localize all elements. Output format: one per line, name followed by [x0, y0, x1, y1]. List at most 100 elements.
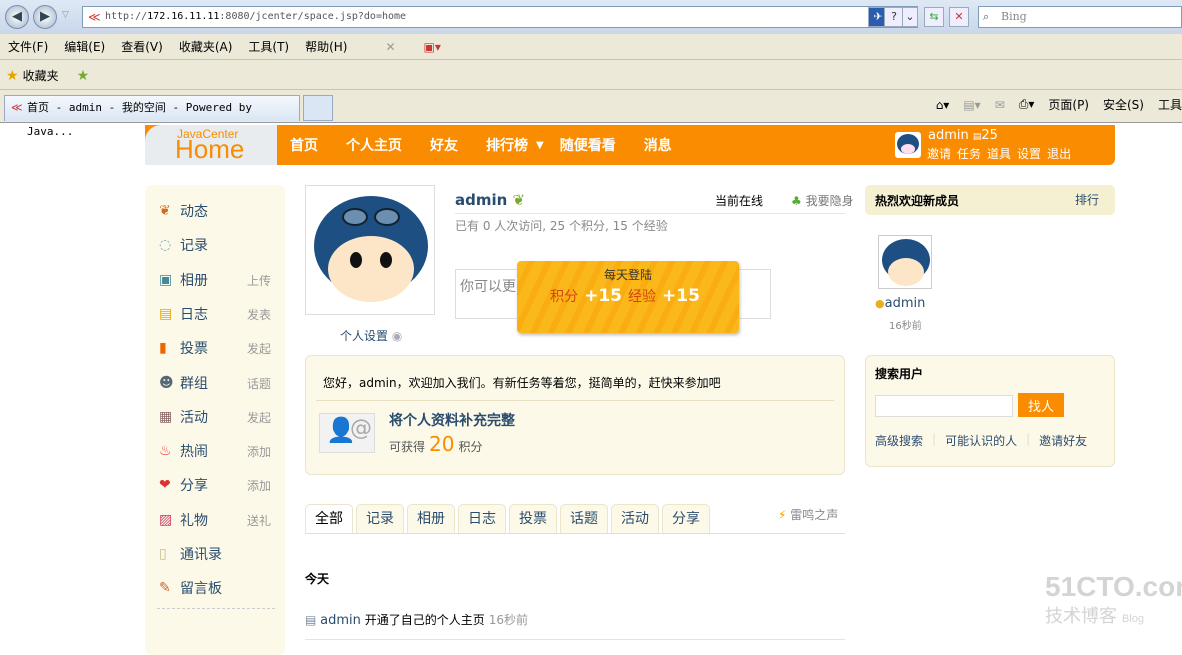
logout-link[interactable]: 退出 [1047, 145, 1071, 162]
user-search-title: 搜索用户 [875, 367, 924, 381]
feed-tab[interactable]: 全部 [305, 504, 353, 533]
history-dropdown-icon[interactable]: ▽ [62, 10, 69, 20]
nav-browse[interactable]: 随便看看 [560, 135, 616, 155]
profile-avatar[interactable] [305, 185, 435, 315]
sidebar-item-action[interactable]: 添加 [247, 477, 271, 494]
avatar[interactable] [895, 132, 921, 158]
header-username[interactable]: admin [928, 128, 969, 143]
invite-link[interactable]: 邀请 [927, 145, 951, 162]
nav-profile[interactable]: 个人主页 [346, 135, 402, 155]
nav-ranking[interactable]: 排行榜 [486, 135, 528, 155]
nav-home[interactable]: 首页 [290, 135, 318, 155]
command-bar: ⌂▾ ▤▾ ✉ ⎙▾ 页面(P) 安全(S) 工具 [936, 96, 1182, 113]
help-icon[interactable]: ? [884, 7, 904, 27]
safety-menu[interactable]: 安全(S) [1103, 96, 1144, 113]
sidebar-item-action[interactable]: 上传 [247, 272, 271, 289]
fire-icon: ♨ [159, 443, 172, 460]
rss-icon[interactable]: ▤▾ [963, 98, 980, 112]
sidebar-item-label: 群组 [180, 375, 208, 392]
sidebar-item-action[interactable]: 发起 [247, 340, 271, 357]
sidebar-item[interactable]: ▣ 相册 上传 [159, 270, 271, 290]
feed-tab[interactable]: 活动 [611, 504, 659, 533]
sidebar-item[interactable]: ▨ 礼物 送礼 [159, 510, 271, 530]
sidebar-item[interactable]: ▮ 投票 发起 [159, 338, 271, 358]
profile-username: admin ❦ [455, 191, 525, 209]
sidebar-item-label: 分享 [180, 478, 208, 495]
popup-exp-value: +15 [662, 286, 700, 306]
tools-menu[interactable]: 工具 [1158, 96, 1182, 113]
close-icon[interactable]: ✕ [385, 40, 395, 54]
member-name[interactable]: ●admin [875, 296, 925, 311]
welcome-box: 您好，admin，欢迎加入我们。有新任务等着您，挺简单的，赶快来参加吧 👤 @ 将… [305, 355, 845, 475]
sidebar-item[interactable]: ▤ 日志 发表 [159, 304, 271, 324]
logo-bottom: Home [175, 134, 245, 164]
sidebar-item[interactable]: ☻ 群组 话题 [159, 373, 271, 393]
favorites-star-icon: ★ [6, 67, 19, 84]
add-favorite-icon[interactable]: ★ [77, 68, 90, 84]
feed-user-link[interactable]: admin [320, 613, 361, 628]
member-avatar[interactable] [878, 235, 932, 289]
feed-tab[interactable]: 分享 [662, 504, 710, 533]
popup-exp-label: 经验 [628, 289, 656, 305]
sidebar-item-action[interactable]: 送礼 [247, 512, 271, 529]
people-you-may-know-link[interactable]: 可能认识的人 [945, 432, 1017, 449]
nav-friends[interactable]: 好友 [430, 135, 458, 155]
browser-tab[interactable]: ≪ 首页 - admin - 我的空间 - Powered by Java... [4, 95, 300, 138]
pdf-icon[interactable]: ▣▾ [424, 40, 441, 54]
menu-favorites[interactable]: 收藏夹(A) [179, 38, 233, 55]
sidebar-item-action[interactable]: 话题 [247, 375, 271, 392]
stop-icon[interactable]: ✕ [949, 7, 969, 27]
sidebar-item[interactable]: ❤ 分享 添加 [159, 475, 271, 495]
menu-file[interactable]: 文件(F) [8, 38, 48, 55]
feed-tab[interactable]: 记录 [356, 504, 404, 533]
ranking-link[interactable]: 排行 [1075, 191, 1099, 208]
sidebar-item[interactable]: ♨ 热闹 添加 [159, 441, 271, 461]
menu-tools[interactable]: 工具(T) [248, 38, 289, 55]
sidebar-item[interactable]: ◌ 记录 [159, 235, 271, 255]
back-button[interactable]: ◀ [5, 5, 29, 29]
new-tab-button[interactable] [303, 95, 333, 121]
refresh-icon[interactable]: ⇆ [924, 7, 944, 27]
profile-settings-link[interactable]: 个人设置 ◉ [340, 327, 402, 344]
thunder-link[interactable]: ⚡ 雷鸣之声 [778, 506, 838, 523]
feed-tab[interactable]: 日志 [458, 504, 506, 533]
address-bar[interactable]: ≪ http://172.16.11.11:8080/jcenter/space.… [82, 6, 918, 28]
clover-icon: ♣ [791, 194, 802, 208]
menu-view[interactable]: 查看(V) [121, 38, 163, 55]
user-search-input[interactable] [875, 395, 1013, 417]
sidebar-item-action[interactable]: 发起 [247, 409, 271, 426]
logo[interactable]: JavaCenter Home [145, 125, 277, 165]
chevron-down-icon[interactable]: ▼ [536, 140, 544, 151]
bulb-icon: ● [875, 297, 885, 310]
menu-help[interactable]: 帮助(H) [305, 38, 347, 55]
sidebar-item[interactable]: ❦ 动态 [159, 201, 271, 221]
invite-friends-link[interactable]: 邀请好友 [1039, 432, 1087, 449]
sidebar-item[interactable]: ▦ 活动 发起 [159, 407, 271, 427]
gain-prefix: 可获得 [389, 440, 426, 454]
find-user-button[interactable]: 找人 [1018, 393, 1064, 417]
forward-button[interactable]: ▶ [33, 5, 57, 29]
page-menu[interactable]: 页面(P) [1048, 96, 1089, 113]
favorites-button[interactable]: 收藏夹 [23, 67, 59, 84]
nav-messages[interactable]: 消息 [644, 135, 672, 155]
sidebar-item-action[interactable]: 发表 [247, 306, 271, 323]
profile-card-icon: ▤ [305, 613, 317, 627]
tasks-link[interactable]: 任务 [957, 145, 981, 162]
hide-toggle[interactable]: ♣ 我要隐身 [791, 192, 854, 209]
search-box[interactable]: ⌕ Bing [978, 6, 1182, 28]
sidebar-item[interactable]: ✎ 留言板 [159, 578, 271, 598]
menu-edit[interactable]: 编辑(E) [64, 38, 105, 55]
sidebar-item-action[interactable]: 添加 [247, 443, 271, 460]
task-title-link[interactable]: 将个人资料补充完整 [389, 410, 515, 430]
sidebar-item[interactable]: ▯ 通讯录 [159, 544, 271, 564]
advanced-search-link[interactable]: 高级搜索 [875, 432, 923, 449]
settings-link[interactable]: 设置 [1017, 145, 1041, 162]
feed-tab[interactable]: 相册 [407, 504, 455, 533]
feed-tab[interactable]: 话题 [560, 504, 608, 533]
feed-tab[interactable]: 投票 [509, 504, 557, 533]
print-icon[interactable]: ⎙▾ [1019, 97, 1035, 112]
dropdown-icon[interactable]: ⌄ [902, 7, 918, 27]
props-link[interactable]: 道具 [987, 145, 1011, 162]
home-icon[interactable]: ⌂▾ [936, 98, 950, 112]
mail-icon[interactable]: ✉ [995, 98, 1005, 112]
